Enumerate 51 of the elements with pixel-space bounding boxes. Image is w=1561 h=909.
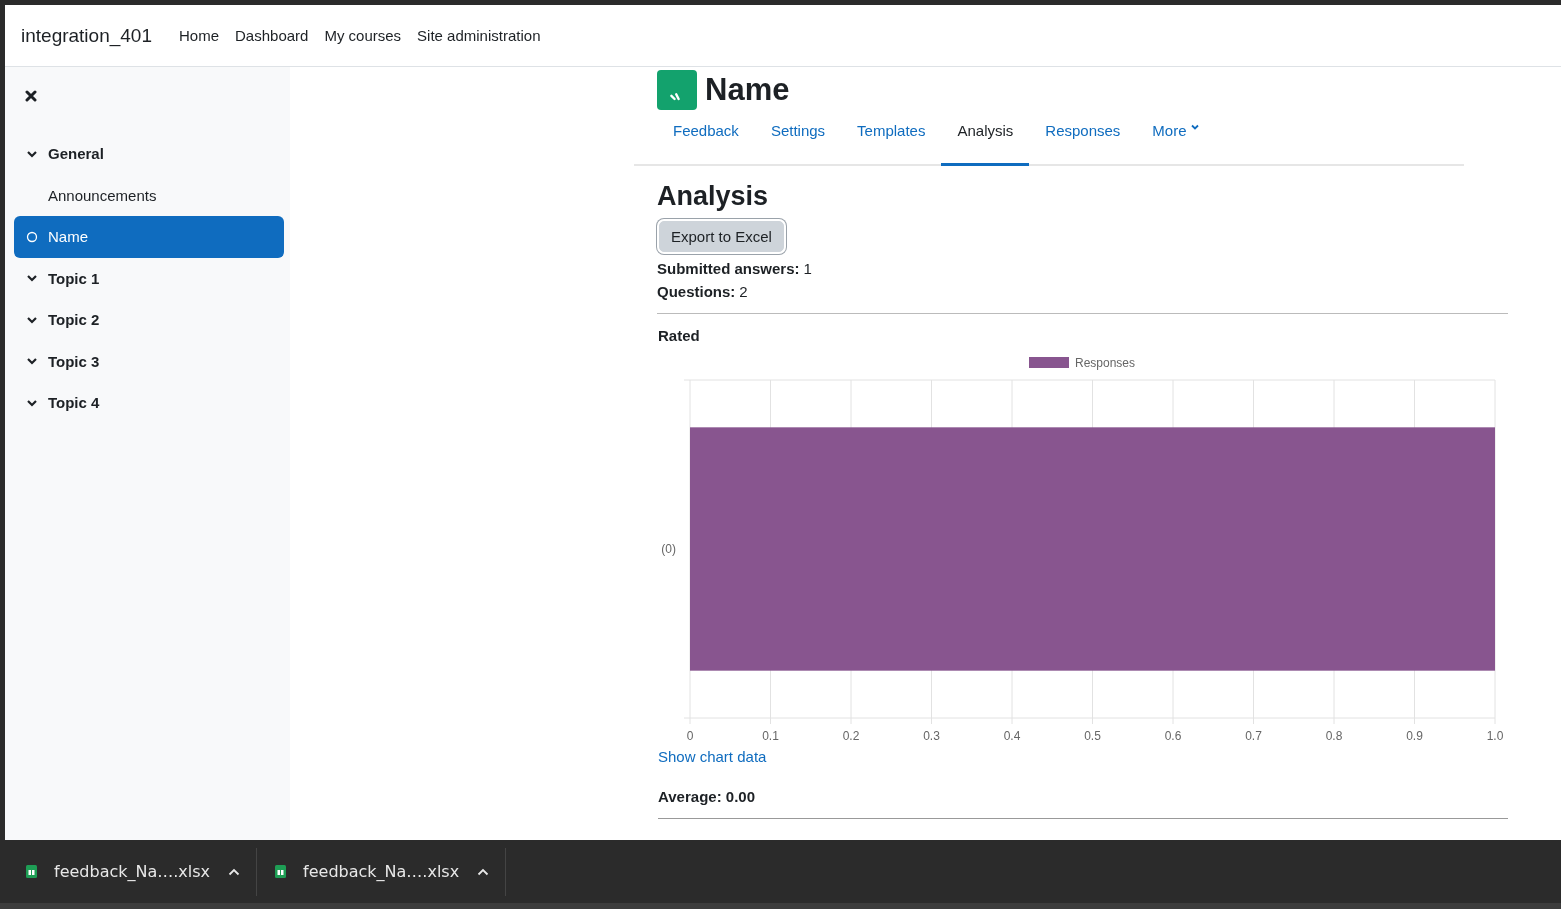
axis-tick-label: 0.1: [762, 729, 779, 743]
export-button[interactable]: Export to Excel: [659, 221, 784, 252]
axis-tick-label: 0.7: [1245, 729, 1262, 743]
nav-link[interactable]: Dashboard: [235, 27, 309, 44]
legend-label: Responses: [1075, 356, 1136, 370]
file-name[interactable]: feedback_Na….xlsx: [54, 862, 211, 881]
caret-icon[interactable]: [228, 867, 241, 876]
close-icon[interactable]: [25, 90, 37, 102]
tab[interactable]: Settings: [754, 115, 842, 166]
page-heading: Analysis: [657, 181, 770, 212]
axis-tick-label: 0.2: [842, 729, 860, 743]
circle-icon: [26, 230, 38, 243]
axis-tick-label: 0.3: [923, 729, 940, 743]
category-label: (0): [661, 542, 676, 556]
stat-label: Questions:: [657, 283, 736, 300]
axis-tick-label: 0.8: [1325, 729, 1343, 743]
axis-tick-label: 0.4: [1003, 729, 1021, 743]
nav-link[interactable]: Site administration: [417, 27, 541, 44]
file-name[interactable]: feedback_Na….xlsx: [303, 862, 460, 881]
average-text: Average: 0.00: [658, 788, 1508, 819]
axis-tick-label: 0.5: [1084, 729, 1101, 743]
axis-tick-label: 0.6: [1164, 729, 1182, 743]
caret-icon[interactable]: [477, 867, 490, 876]
spreadsheet-icon: [275, 865, 287, 878]
legend-swatch: [1029, 357, 1069, 368]
activity-title: Name: [705, 72, 790, 108]
section-title[interactable]: General: [48, 145, 104, 163]
nav-link[interactable]: My courses: [324, 27, 402, 44]
tab[interactable]: Templates: [841, 115, 942, 166]
show-chart-data-link[interactable]: Show chart data: [658, 748, 767, 765]
stat-value: 2: [739, 283, 748, 300]
tab[interactable]: Feedback: [657, 115, 755, 166]
tab[interactable]: Responses: [1029, 115, 1137, 166]
section-title[interactable]: Topic 1: [48, 269, 100, 287]
section-title[interactable]: Topic 4: [48, 394, 100, 412]
site-name[interactable]: integration_401: [21, 24, 152, 47]
stat-value: 1: [803, 260, 812, 277]
axis-tick-label: 1.0: [1486, 729, 1504, 743]
nav-link[interactable]: Home: [179, 27, 219, 44]
question-title: Rated: [657, 327, 701, 344]
tab[interactable]: Analysis: [941, 115, 1030, 166]
axis-tick-label: 0: [686, 729, 694, 743]
section-title[interactable]: Topic 3: [48, 352, 100, 370]
more-menu[interactable]: More: [1136, 115, 1216, 166]
stat-label: Submitted answers:: [657, 260, 800, 277]
sidebar-item[interactable]: Announcements: [14, 174, 284, 216]
axis-tick-label: 0.9: [1406, 729, 1423, 743]
sidebar-item[interactable]: Name: [14, 216, 284, 258]
spreadsheet-icon: [26, 865, 37, 878]
caret-icon: [1189, 122, 1200, 132]
section-title[interactable]: Topic 2: [48, 311, 100, 329]
